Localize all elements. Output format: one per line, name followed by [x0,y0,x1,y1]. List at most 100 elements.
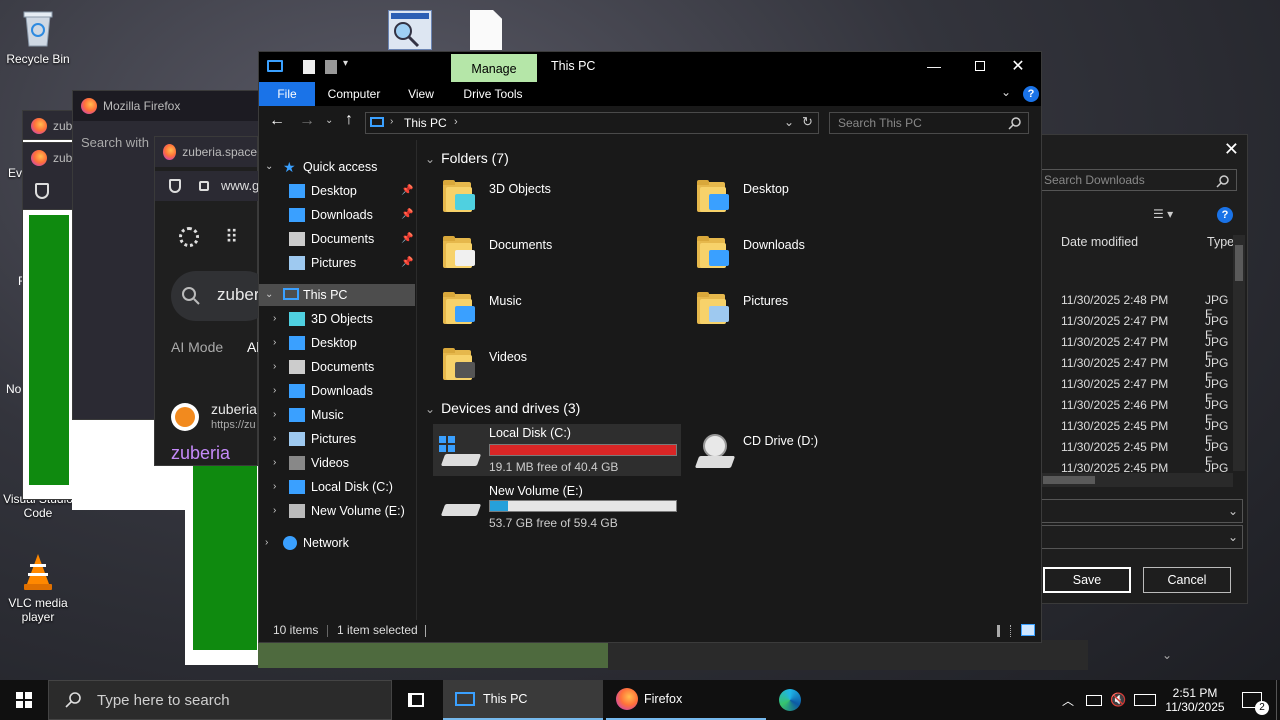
show-desktop-button[interactable] [1276,680,1280,720]
pin-icon[interactable]: 📌 [401,252,413,274]
help-icon[interactable]: ? [1023,86,1039,102]
table-row[interactable]: 11/30/2025 2:45 PMJPG F [1041,440,1233,468]
up-arrow-icon[interactable]: ↑ [345,111,353,129]
clock[interactable]: 2:51 PM 11/30/2025 [1164,680,1226,720]
search-downloads-input[interactable]: Search Downloads [1041,169,1237,191]
filename-combo[interactable]: ⌄ [1041,499,1243,523]
view-options-icon[interactable]: ☰ ▾ [1153,207,1173,221]
drive-tile-d[interactable]: CD Drive (D:) [687,424,935,476]
taskbar-app-edge[interactable] [770,680,810,720]
taskbar-app-this-pc[interactable]: This PC [443,680,603,720]
nav-this-pc[interactable]: ⌄ This PC [259,284,415,306]
desktop-icon-recycle-bin[interactable]: Recycle Bin [0,8,76,66]
folders-group-header[interactable]: ⌄ Folders (7) [425,150,509,166]
sidebar-item-documents[interactable]: Documents 📌 [259,228,415,250]
search-input[interactable]: Search This PC [829,112,1029,134]
close-icon[interactable]: ✕ [1224,139,1239,160]
save-as-dialog[interactable]: ✕ Search Downloads ☰ ▾ ? Date modified T… [1040,134,1248,604]
task-view-button[interactable] [396,680,436,720]
filetype-combo[interactable]: ⌄ [1041,525,1243,549]
save-button[interactable]: Save [1043,567,1131,593]
table-row[interactable]: 11/30/2025 2:47 PM JPG F [1041,335,1233,363]
tab-view[interactable]: View [399,82,443,106]
forward-arrow-icon[interactable]: → [299,112,315,130]
result-link[interactable]: zuberia [171,443,230,464]
refresh-icon[interactable]: ↻ [802,114,813,130]
sidebar-item-documents[interactable]: › Documents [259,356,415,378]
desktop-icon-vlc[interactable]: VLC media player [0,552,76,624]
folder-tile-pictures[interactable]: Pictures [697,292,937,340]
sidebar-item-downloads[interactable]: Downloads 📌 [259,204,415,226]
drive-tile-e[interactable]: New Volume (E:) 53.7 GB free of 59.4 GB [433,480,681,532]
ai-mode-tab[interactable]: AI Mode [171,339,223,355]
sidebar-item-desktop[interactable]: Desktop 📌 [259,180,415,202]
desktop-file-icon[interactable] [470,10,502,50]
pin-icon[interactable]: 📌 [401,228,413,250]
table-row[interactable]: 11/30/2025 2:48 PM JPG F [1041,293,1233,321]
apps-grid-icon[interactable]: ⠿ [225,228,238,246]
back-arrow-icon[interactable]: ← [269,112,285,130]
tab-file[interactable]: File [259,82,315,106]
help-icon[interactable]: ? [1217,207,1233,223]
devices-group-header[interactable]: ⌄ Devices and drives (3) [425,400,580,416]
manage-tab[interactable]: Manage [451,54,537,84]
google-search-box[interactable]: zuber [171,271,271,321]
table-row[interactable]: 11/30/2025 2:47 PM JPG F [1041,356,1233,384]
minimize-button[interactable]: — [911,52,957,82]
sidebar-item-desktop[interactable]: › Desktop [259,332,415,354]
details-view-icon[interactable] [997,625,1011,637]
expand-ribbon-icon[interactable]: ⌄ [1001,85,1011,99]
address-dropdown-icon[interactable]: ⌄ [784,115,794,129]
show-hidden-icons[interactable]: ︿ [1062,680,1080,720]
tiles-view-icon[interactable] [1021,624,1035,636]
background-image-window[interactable] [185,450,265,665]
pin-icon[interactable]: 📌 [401,180,413,202]
chevron-down-icon[interactable]: ⌄ [1162,648,1172,662]
table-row[interactable]: 11/30/2025 2:45 PMJPG F [1041,419,1233,447]
notifications-button[interactable]: 2 [1232,680,1272,720]
folder-tile-3d-objects[interactable]: 3D Objects [443,180,683,228]
scrollbar-vertical[interactable] [1233,235,1245,471]
sidebar-item-new-volume-e[interactable]: › New Volume (E:) [259,500,415,522]
column-type[interactable]: Type [1207,235,1234,249]
sidebar-item-local-disk-c[interactable]: › Local Disk (C:) [259,476,415,498]
keyboard-icon[interactable] [1134,680,1160,720]
pin-icon[interactable]: 📌 [401,204,413,226]
sidebar-item-videos[interactable]: › Videos [259,452,415,474]
sidebar-item-pictures[interactable]: Pictures 📌 [259,252,415,274]
folder-tile-downloads[interactable]: Downloads [697,236,937,284]
tab-computer[interactable]: Computer [321,82,387,106]
settings-gear-icon[interactable] [179,227,199,247]
taskbar-app-firefox[interactable]: Firefox [606,680,766,720]
quick-access-dropdown-icon[interactable]: ▾ [343,58,348,69]
address-bar[interactable]: › This PC › ⌄ ↻ [365,112,819,134]
table-row[interactable]: 11/30/2025 2:47 PM JPG F [1041,377,1233,405]
zuberia-browser-window[interactable]: zuberia.space www.g ⠿ zuber AI Mode Al z… [154,136,271,466]
desktop-shortcut-icon[interactable] [388,10,432,50]
scrollbar-horizontal[interactable] [1041,473,1233,487]
column-date-modified[interactable]: Date modified [1061,235,1138,249]
folder-tile-documents[interactable]: Documents [443,236,683,284]
sidebar-item-downloads[interactable]: › Downloads [259,380,415,402]
breadcrumb[interactable]: This PC [404,116,447,130]
close-button[interactable]: ✕ [995,52,1041,82]
sidebar-item-music[interactable]: › Music [259,404,415,426]
file-explorer-window[interactable]: ▾ Manage This PC — ✕ File Computer View … [258,51,1042,643]
table-row[interactable]: 11/30/2025 2:47 PM JPG F [1041,314,1233,342]
start-button[interactable] [0,680,48,720]
new-folder-icon[interactable] [325,60,337,74]
tab-drive-tools[interactable]: Drive Tools [455,82,531,106]
table-row[interactable]: 11/30/2025 2:46 PM JPG F [1041,398,1233,426]
sidebar-item-pictures[interactable]: › Pictures [259,428,415,450]
drive-tile-c[interactable]: Local Disk (C:) 19.1 MB free of 40.4 GB [433,424,681,476]
nav-network[interactable]: › Network [259,532,415,554]
network-icon[interactable] [1086,680,1104,720]
url-bar[interactable]: www.g [155,171,259,201]
nav-quick-access[interactable]: ⌄ ★ Quick access [259,156,415,178]
result-title[interactable]: zuberia. [211,401,261,417]
sidebar-item-3d-objects[interactable]: › 3D Objects [259,308,415,330]
background-game-window[interactable] [258,640,608,668]
volume-muted-icon[interactable]: 🔇 [1110,680,1130,720]
folder-tile-videos[interactable]: Videos [443,348,683,396]
cancel-button[interactable]: Cancel [1143,567,1231,593]
